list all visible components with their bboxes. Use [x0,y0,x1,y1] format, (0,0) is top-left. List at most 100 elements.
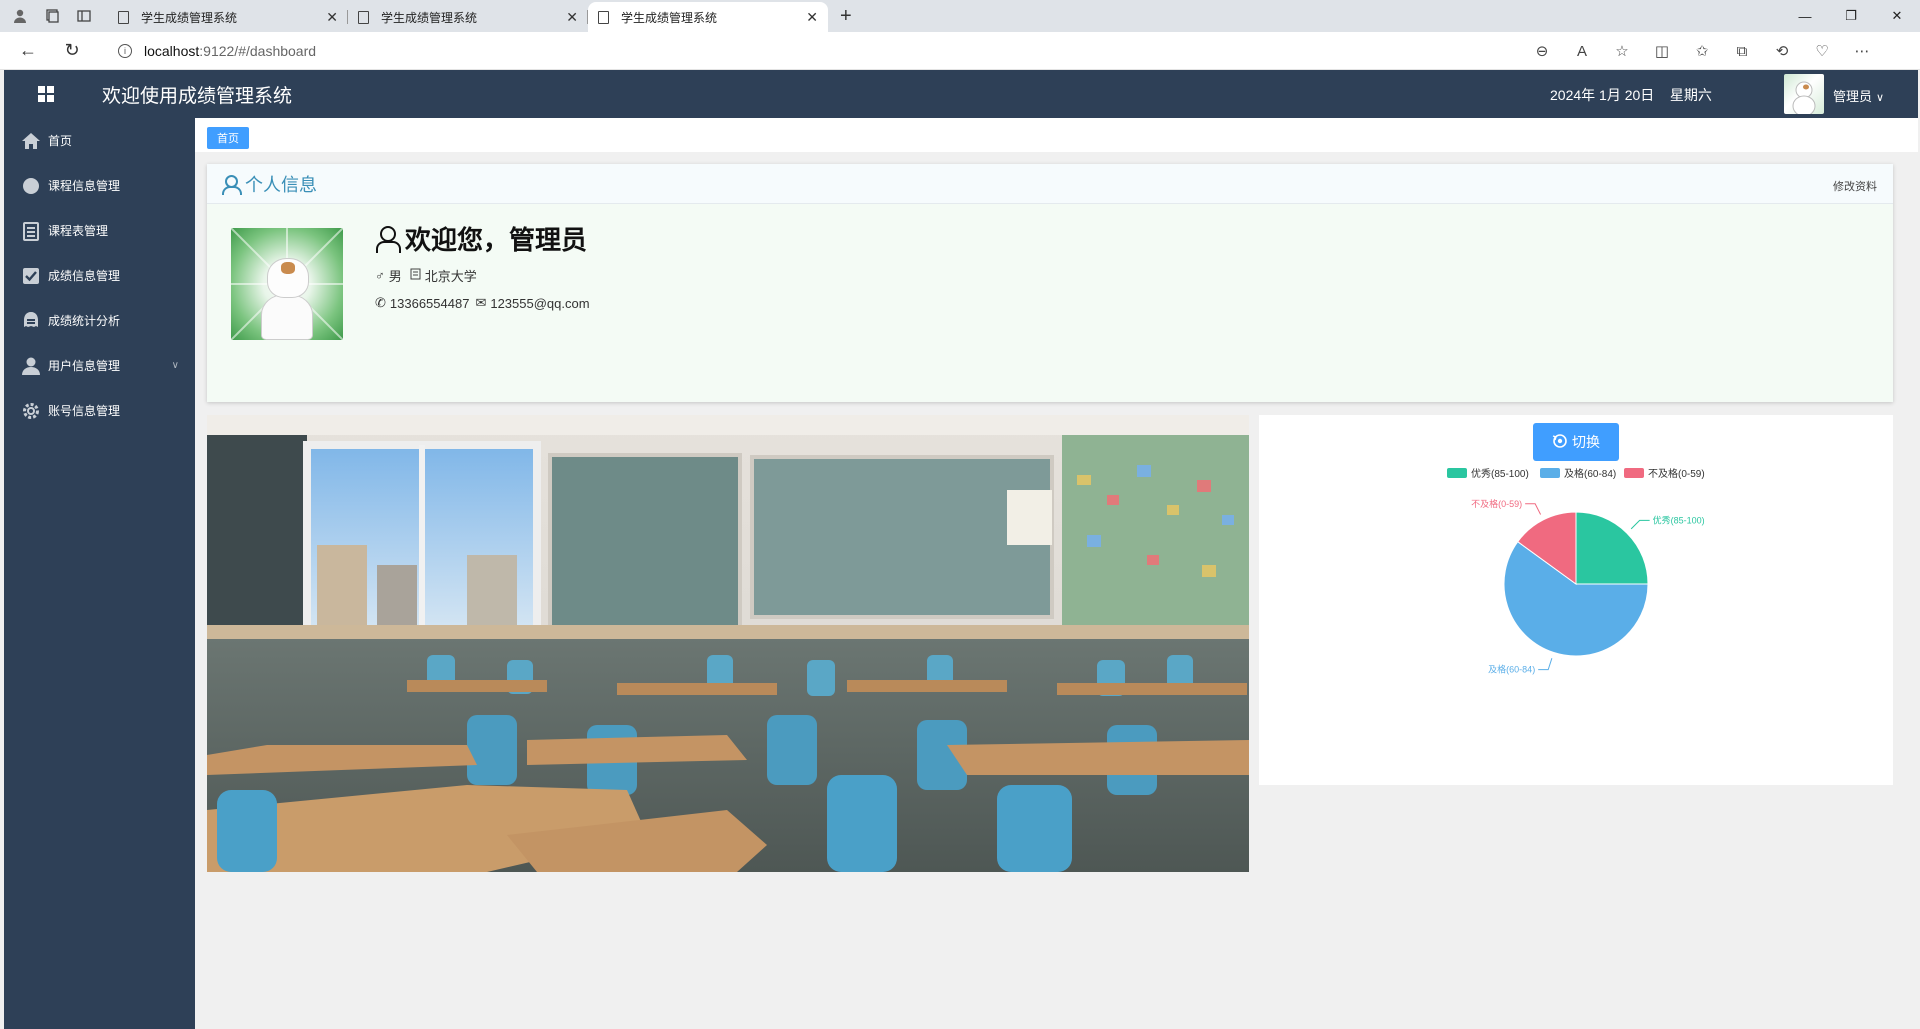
chevron-down-icon: ∨ [1876,92,1885,104]
male-icon: ♂ [375,268,385,283]
legend-swatch [1540,468,1560,478]
read-aloud-icon[interactable]: A [1562,43,1602,60]
home-icon [20,131,42,151]
history-icon[interactable]: ⟲ [1762,42,1802,60]
sidebar-item-label: 课程信息管理 [48,179,121,193]
restore-icon[interactable]: ❐ [1828,0,1874,32]
close-tab-icon[interactable]: ✕ [566,9,578,26]
user-name: 管理员 [1833,89,1873,104]
sidebar: 首页 课程信息管理 课程表管理 成绩信息管理 成绩统计分析 用户信息管理 ∨ 账… [4,118,195,1029]
url-path: :9122/#/dashboard [199,43,317,59]
legend-swatch [1447,468,1467,478]
url-host: localhost [144,43,200,59]
zoom-out-icon[interactable]: ⊖ [1522,42,1562,60]
document-icon [118,10,129,24]
profile-gender-school: ♂ 男 北京大学 [375,266,477,285]
sidebar-item-stats[interactable]: 成绩统计分析 [4,298,195,343]
site-info-icon[interactable]: i [118,44,132,58]
grade-chart-card: 切换 优秀(85-100) 及格(60-84) 不及格(0-59) 优秀(85-100… [1259,415,1893,785]
tag-home[interactable]: 首页 [207,127,249,149]
welcome-text: 欢迎您，管理员 [405,225,588,255]
legend-label: 优秀(85-100) [1471,467,1529,480]
sidebar-item-label: 成绩信息管理 [48,269,121,283]
slice-label: 及格(60-84) [1488,664,1535,675]
browser-tab-bar: 学生成绩管理系统 ✕ 学生成绩管理系统 ✕ 学生成绩管理系统 ✕ + — ❐ ✕ [0,0,1920,32]
school-text: 北京大学 [424,269,477,284]
sidebar-item-label: 账号信息管理 [48,404,121,418]
avatar[interactable] [1784,74,1824,114]
profile-avatar [231,228,343,340]
favorites-icon[interactable]: ✩ [1682,42,1722,60]
legend-label: 及格(60-84) [1564,467,1616,480]
sidebar-item-label: 首页 [48,134,73,148]
course-icon [20,176,42,196]
profile-card: 个人信息 修改资料 欢迎您，管理员 ♂ 男 北京大学 ✆ 13366554487… [207,164,1893,402]
header-date: 2024年 1月 20日 星期六 [1550,85,1712,105]
document-icon [598,10,609,24]
gear-icon [20,401,42,421]
new-tab-icon[interactable]: + [840,5,852,28]
sidebar-item-schedule[interactable]: 课程表管理 [4,208,195,253]
legend-swatch [1624,468,1644,478]
user-menu[interactable]: 管理员 ∨ [1833,86,1884,105]
stats-icon [20,311,42,331]
legend-item[interactable]: 优秀(85-100) [1447,467,1529,480]
tab-title: 学生成绩管理系统 [141,10,238,25]
minimize-icon[interactable]: — [1782,0,1828,32]
profile-contact: ✆ 13366554487 ✉ 123555@qq.com [375,295,590,311]
schedule-icon [20,221,42,241]
address-bar: ← ↻ i localhost:9122/#/dashboard ⊖ A ☆ ◫… [0,32,1920,70]
slice-leader-line [1630,519,1650,530]
tab-actions-icon[interactable] [68,0,100,32]
slice-label: 不及格(0-59) [1471,498,1522,509]
welcome-heading: 欢迎您，管理员 [375,220,587,257]
more-menu-icon[interactable]: ⋯ [1842,42,1882,60]
sidebar-item-home[interactable]: 首页 [4,118,195,163]
sidebar-item-users[interactable]: 用户信息管理 ∨ [4,343,195,388]
building-icon [410,268,421,283]
legend-label: 不及格(0-59) [1648,467,1705,480]
user-icon [20,356,42,376]
browser-tab-2[interactable]: 学生成绩管理系统 ✕ [348,2,588,32]
sidebar-item-label: 成绩统计分析 [48,314,121,328]
profile-title: 个人信息 [245,174,317,195]
performance-icon[interactable]: ♡ [1802,42,1842,60]
sidebar-item-label: 课程表管理 [48,224,109,238]
tab-title: 学生成绩管理系统 [381,10,478,25]
workspaces-icon[interactable] [36,0,68,32]
slice-leader-line [1538,658,1553,671]
browser-tab-3-active[interactable]: 学生成绩管理系统 ✕ [588,2,828,32]
slice-leader-line [1525,503,1542,515]
sidebar-item-accounts[interactable]: 账号信息管理 [4,388,195,433]
gender-text: 男 [388,269,402,284]
phone-text: 13366554487 [389,295,470,311]
slice-label: 优秀(85-100) [1653,514,1705,525]
profile-icon[interactable] [4,0,36,32]
close-tab-icon[interactable]: ✕ [806,9,818,26]
profile-card-header: 个人信息 修改资料 [207,164,1893,204]
refresh-icon[interactable]: ↻ [50,40,94,61]
close-tab-icon[interactable]: ✕ [326,9,338,26]
back-icon[interactable]: ← [6,40,50,61]
collections-icon[interactable]: ⧉ [1722,43,1762,60]
collapse-menu-icon[interactable] [38,86,54,102]
date-text: 2024年 1月 20日 [1550,87,1655,103]
weekday-text: 星期六 [1669,87,1712,103]
legend-item[interactable]: 不及格(0-59) [1624,467,1705,480]
sidebar-item-course[interactable]: 课程信息管理 [4,163,195,208]
close-window-icon[interactable]: ✕ [1874,0,1920,32]
classroom-image [207,415,1249,872]
favorite-star-icon[interactable]: ☆ [1602,42,1642,60]
edit-profile-link[interactable]: 修改资料 [1833,178,1877,194]
app-title: 欢迎使用成绩管理系统 [102,85,293,107]
chevron-down-icon: ∨ [171,360,179,371]
user-icon [375,225,401,253]
phone-icon: ✆ [375,295,386,310]
split-screen-icon[interactable]: ◫ [1642,42,1682,60]
url-field[interactable]: i localhost:9122/#/dashboard [104,37,1644,65]
legend-item[interactable]: 及格(60-84) [1540,467,1616,480]
sidebar-item-grades[interactable]: 成绩信息管理 [4,253,195,298]
tab-title: 学生成绩管理系统 [621,10,718,25]
browser-tab-1[interactable]: 学生成绩管理系统 ✕ [108,2,348,32]
email-text: 123555@qq.com [490,295,590,311]
